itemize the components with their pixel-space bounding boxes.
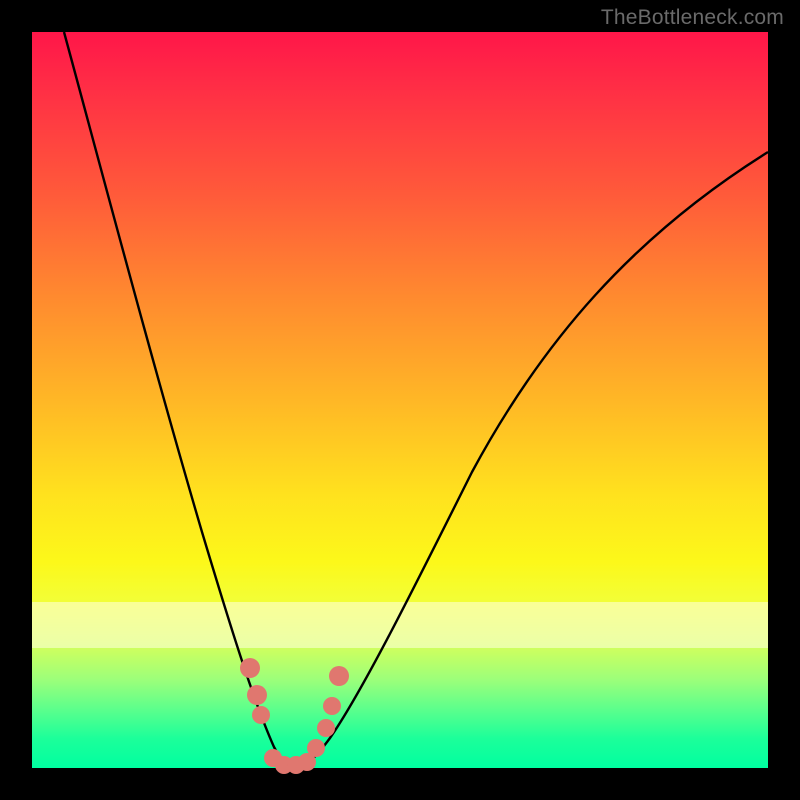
curve-layer — [32, 32, 768, 768]
watermark-text: TheBottleneck.com — [601, 6, 784, 30]
marker-dot — [247, 685, 267, 705]
chart-frame: TheBottleneck.com — [0, 0, 800, 800]
marker-dot — [317, 719, 335, 737]
plot-area — [32, 32, 768, 768]
marker-dot — [240, 658, 260, 678]
marker-dot — [307, 739, 325, 757]
marker-dot — [329, 666, 349, 686]
curve-right — [294, 152, 768, 768]
marker-dot — [323, 697, 341, 715]
curve-left — [64, 32, 294, 768]
marker-dot — [252, 706, 270, 724]
